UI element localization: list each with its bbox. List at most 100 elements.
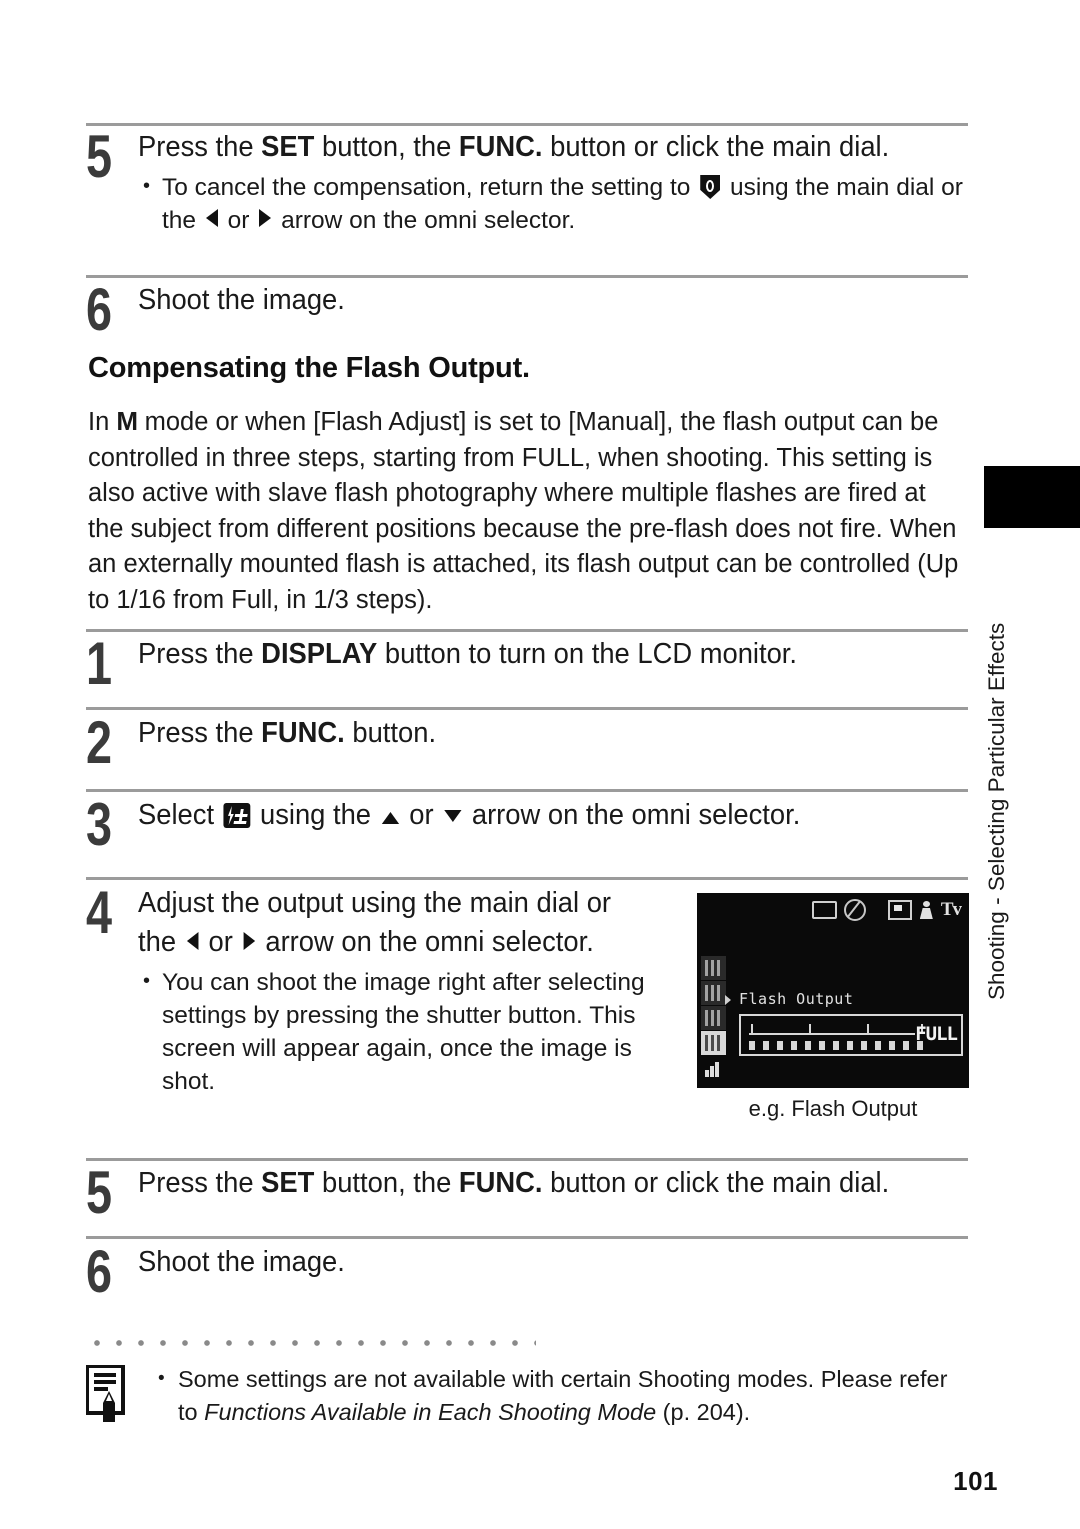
step-title: Adjust the output using the main dial or… xyxy=(138,884,664,962)
step-number: 2 xyxy=(86,709,112,776)
section-rule xyxy=(86,1236,968,1239)
step-block-3: 3 Select using the or arrow on the omni … xyxy=(86,795,970,855)
footnote-block: Some settings are not available with cer… xyxy=(85,1362,966,1429)
step2-text-b: button. xyxy=(344,717,437,749)
step3-text-b: using the xyxy=(252,799,379,831)
bullet-text-mid: using the main dial or xyxy=(723,174,963,201)
bullet-item: You can shoot the image right after sele… xyxy=(138,965,686,1098)
manual-page: 5 Press the SET button, the FUNC. button… xyxy=(0,0,1080,1529)
step-title: Press the SET button, the FUNC. button o… xyxy=(138,128,937,167)
step-number: 5 xyxy=(86,1159,112,1226)
up-arrow-icon xyxy=(381,812,399,824)
metering-icon xyxy=(887,900,912,920)
lcd-output-scale: FULL xyxy=(739,1014,963,1056)
step-number: 6 xyxy=(86,276,112,343)
step5-text-c: button or click the main dial. xyxy=(542,1167,890,1199)
step-bullets: To cancel the compensation, return the s… xyxy=(138,170,970,237)
section-rule xyxy=(86,123,968,126)
step-block-1: 1 Press the DISPLAY button to turn on th… xyxy=(86,634,970,694)
figure-caption: e.g. Flash Output xyxy=(748,1096,918,1121)
step-title: Shoot the image. xyxy=(138,284,345,316)
lcd-menu-icon-1[interactable] xyxy=(701,956,726,980)
display-button-label: DISPLAY xyxy=(261,638,378,670)
footnote-reference-title: Functions Available in Each Shooting Mod… xyxy=(204,1399,657,1425)
step-title: Press the DISPLAY button to turn on the … xyxy=(138,635,937,674)
set-button-label: SET xyxy=(261,131,315,163)
lcd-menu-sidebar xyxy=(701,956,728,1081)
left-arrow-icon xyxy=(186,932,199,950)
shooting-mode-tv-label: Tv xyxy=(940,899,962,920)
func-button-label: FUNC. xyxy=(458,1167,543,1199)
step3-text-a: Select xyxy=(138,799,222,831)
flash-exposure-compensation-icon xyxy=(223,803,251,828)
lcd-selection-caret-icon xyxy=(725,995,731,1005)
section-rule xyxy=(86,275,968,278)
step-bullets: You can shoot the image right after sele… xyxy=(138,965,686,1098)
section-rule xyxy=(86,789,968,792)
step3-text-c: or xyxy=(401,799,442,831)
step-block-top-6: 6 Shoot the image. xyxy=(86,280,970,340)
self-timer-icon xyxy=(919,901,934,919)
lcd-screenshot-figure: Tv Flash Output FULL e.g. Flash Output xyxy=(697,893,969,1122)
step1-text-a: Press the xyxy=(138,638,262,670)
flash-compensation-zero-icon xyxy=(700,175,721,199)
dotted-divider xyxy=(86,1338,536,1348)
mode-m-label: M xyxy=(116,406,138,436)
step-title-part-c: button or click the main dial. xyxy=(542,131,890,163)
step-number: 5 xyxy=(86,123,112,190)
step-title: Shoot the image. xyxy=(138,1246,345,1278)
step-title-part-b: button, the xyxy=(314,131,459,163)
step-number: 1 xyxy=(86,630,112,697)
lcd-screen: Tv Flash Output FULL xyxy=(697,893,969,1088)
lcd-menu-icon-image-quality[interactable] xyxy=(701,1056,726,1080)
step-title: Press the SET button, the FUNC. button o… xyxy=(138,1164,937,1203)
func-button-label: FUNC. xyxy=(261,717,345,749)
bullet-text-line2-c: arrow on the omni selector. xyxy=(274,207,576,234)
step-block-6: 6 Shoot the image. xyxy=(86,1242,970,1302)
bullet-text-line2-a: the xyxy=(162,207,203,234)
chapter-edge-tab xyxy=(984,466,1080,528)
section-rule xyxy=(86,629,968,632)
step-title: Select using the or arrow on the omni se… xyxy=(138,796,937,835)
step4-text-line2-a: the xyxy=(138,926,184,958)
step-block-top-5: 5 Press the SET button, the FUNC. button… xyxy=(86,123,970,238)
step-number: 4 xyxy=(86,879,112,946)
page-number: 101 xyxy=(953,1466,998,1496)
step5-text-b: button, the xyxy=(314,1167,459,1199)
right-arrow-icon xyxy=(243,932,255,950)
step5-text-a: Press the xyxy=(138,1167,262,1199)
step3-text-d: arrow on the omni selector. xyxy=(464,799,801,831)
note-pencil-icon xyxy=(85,1364,132,1423)
intro-text-b: mode or when [Flash Adjust] is set to [M… xyxy=(88,408,959,614)
bullet-text-lead: To cancel the compensation, return the s… xyxy=(162,174,698,201)
step-number: 6 xyxy=(86,1238,112,1305)
lcd-setting-label: Flash Output xyxy=(739,990,854,1008)
section-rule xyxy=(86,1158,968,1161)
bullet-item: To cancel the compensation, return the s… xyxy=(138,170,970,237)
lcd-menu-icon-2[interactable] xyxy=(701,981,726,1005)
step4-text-line2-c: arrow on the omni selector. xyxy=(257,926,594,958)
lcd-scale-ticks xyxy=(749,1033,923,1050)
left-arrow-icon xyxy=(205,209,218,227)
bullet-text-line2-b: or xyxy=(220,207,257,234)
step-number: 3 xyxy=(86,791,112,858)
section-rule xyxy=(86,707,968,710)
lcd-menu-icon-3[interactable] xyxy=(701,1006,726,1030)
footnote-text: Some settings are not available with cer… xyxy=(154,1362,966,1429)
intro-paragraph: In M mode or when [Flash Adjust] is set … xyxy=(88,404,966,618)
lcd-output-value: FULL xyxy=(915,1023,958,1045)
footnote-text-b: (p. 204). xyxy=(656,1399,751,1425)
right-arrow-icon xyxy=(259,209,272,227)
intro-text-a: In xyxy=(88,408,117,436)
step-title: Press the FUNC. button. xyxy=(138,714,937,753)
lcd-status-icons: Tv xyxy=(811,899,962,921)
step4-text-line2-b: or xyxy=(200,926,241,958)
step1-text-b: button to turn on the LCD monitor. xyxy=(377,638,798,670)
no-flash-icon xyxy=(843,899,866,921)
step-title-part-a: Press the xyxy=(138,131,262,163)
section-rule xyxy=(86,877,968,880)
single-shot-icon xyxy=(811,901,837,919)
section-heading: Compensating the Flash Output. xyxy=(86,352,536,390)
lcd-menu-icon-flash-output-selected[interactable] xyxy=(701,1031,726,1055)
step4-text-line1: Adjust the output using the main dial or xyxy=(138,887,612,919)
